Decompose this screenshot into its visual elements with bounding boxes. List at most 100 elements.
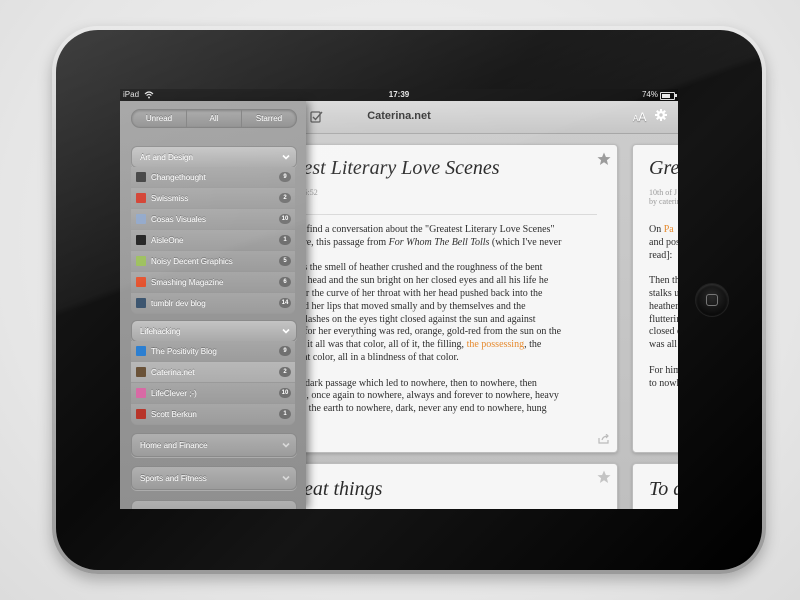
status-time: 17:39 xyxy=(388,90,410,99)
favicon-icon xyxy=(136,193,146,203)
tab-unread[interactable]: Unread xyxy=(132,110,186,127)
article-text-line: roots and her lips that moved smally and… xyxy=(272,300,526,312)
group-label: Sports and Fitness xyxy=(140,474,207,483)
ipad-screen: iPad 17:39 74% Caterina.net AA reatest L… xyxy=(120,89,678,509)
article-text-line: dalous I find a conversation about the "… xyxy=(272,224,555,235)
favicon-icon xyxy=(136,367,146,377)
group-header-art-and-design[interactable]: Art and Design xyxy=(131,146,297,168)
feed-item[interactable]: LifeClever ;-) 10 xyxy=(131,383,295,404)
group-header-lifehacking[interactable]: Lifehacking xyxy=(131,320,297,342)
group-label: Home and Finance xyxy=(140,441,208,450)
battery-icon xyxy=(660,92,677,100)
chevron-down-icon xyxy=(282,442,290,448)
article-text-line: ated there, this passage from For Whom T… xyxy=(272,236,562,248)
article-text-line: lbows in the earth to nowhere, dark, nev… xyxy=(272,403,547,415)
article-text-line: here was the smell of heather crushed an… xyxy=(272,262,543,274)
feed-item[interactable]: Smashing Magazine 6 xyxy=(131,272,295,293)
feed-item[interactable]: Scott Berkun 1 xyxy=(131,404,295,425)
unread-count-badge: 10 xyxy=(279,214,291,224)
feed-item[interactable]: Caterina.net 2 xyxy=(131,362,295,383)
feed-item[interactable]: Cosas Visuales 10 xyxy=(131,209,295,230)
feed-name: tumblr dev blog xyxy=(151,299,206,308)
unread-count-badge: 2 xyxy=(279,193,291,203)
unread-count-badge: 10 xyxy=(279,388,291,398)
favicon-icon xyxy=(136,409,146,419)
article-card[interactable]: To d xyxy=(632,463,678,509)
status-bar: iPad 17:39 74% xyxy=(120,89,678,101)
feed-name: The Positivity Blog xyxy=(151,347,217,356)
article-text-line: to nowhe xyxy=(649,377,678,389)
group-header-sports-and-fitness[interactable]: Sports and Fitness xyxy=(131,466,297,490)
article-text-line: ing and for her everything was red, oran… xyxy=(272,326,562,338)
article-text-line: closed e xyxy=(649,326,678,338)
article-text-line: it was a dark passage which led to nowhe… xyxy=(272,377,537,389)
favicon-icon xyxy=(136,346,146,356)
article-link[interactable]: the possessing xyxy=(467,339,525,350)
article-date: 10th of J xyxy=(649,188,677,197)
article-title: reatest Literary Love Scenes xyxy=(272,157,500,179)
article-text-line: Then th xyxy=(649,275,678,287)
article-author: by caterin xyxy=(649,197,678,206)
article-text-line: and pos xyxy=(649,236,678,248)
feed-name: Cosas Visuales xyxy=(151,215,206,224)
feed-item[interactable]: tumblr dev blog 14 xyxy=(131,293,295,314)
feed-item[interactable]: The Positivity Blog 9 xyxy=(131,341,295,362)
feed-item[interactable]: Noisy Decent Graphics 5 xyxy=(131,251,295,272)
feeds-sidebar: Unread All Starred Art and Design Change… xyxy=(120,101,306,509)
unread-count-badge: 14 xyxy=(279,298,291,308)
share-icon[interactable] xyxy=(598,434,610,444)
unread-count-badge: 6 xyxy=(279,277,291,287)
feed-name: Smashing Magazine xyxy=(151,278,224,287)
group-label: Art and Design xyxy=(140,153,193,162)
article-card[interactable]: Grea 10th of J by caterin On Paand posre… xyxy=(632,144,678,453)
article-card[interactable]: o great things xyxy=(268,463,618,509)
article-text-line: g of the lashes on the eyes tight closed… xyxy=(272,313,536,325)
favicon-icon xyxy=(136,277,146,287)
feed-item[interactable]: Swissmiss 2 xyxy=(131,188,295,209)
favicon-icon xyxy=(136,388,146,398)
article-text-line: read]: xyxy=(649,249,673,261)
article-text-line: stalks u xyxy=(649,288,678,299)
article-text-line: For him xyxy=(649,364,678,376)
article-text-line: was all xyxy=(649,339,678,351)
article-text-line: heather xyxy=(649,300,678,312)
article-text-line: nder her head and the sun bright on her … xyxy=(272,275,549,287)
feed-list-lifehacking: The Positivity Blog 9 Caterina.net 2 LifeCle… xyxy=(131,341,295,425)
star-icon[interactable] xyxy=(597,152,611,166)
favicon-icon xyxy=(136,214,146,224)
gear-icon[interactable] xyxy=(655,109,667,121)
group-header-home-and-finance[interactable]: Home and Finance xyxy=(131,433,297,457)
article-title: To d xyxy=(649,478,678,500)
unread-count-badge: 5 xyxy=(279,256,291,266)
feed-name: Swissmiss xyxy=(151,194,189,203)
star-icon[interactable] xyxy=(597,470,611,484)
favicon-icon xyxy=(136,235,146,245)
tab-all[interactable]: All xyxy=(186,110,241,127)
feed-name: AisleOne xyxy=(151,236,184,245)
chevron-down-icon xyxy=(282,154,290,160)
article-card[interactable]: reatest Literary Love Scenes ne 2010 16:… xyxy=(268,144,618,453)
article-text-line: yes, and it all was that color, all of i… xyxy=(272,339,542,351)
article-title: Grea xyxy=(649,157,678,179)
feed-name: Scott Berkun xyxy=(151,410,197,419)
feed-name: Changethought xyxy=(151,173,206,182)
article-divider xyxy=(269,214,597,215)
favicon-icon xyxy=(136,298,146,308)
article-text-line: nowhere, once again to nowhere, always a… xyxy=(272,390,559,402)
filter-segmented-control: Unread All Starred xyxy=(131,109,297,128)
feed-item[interactable]: AisleOne 1 xyxy=(131,230,295,251)
article-text-line: flutterir xyxy=(649,313,678,325)
feed-name: LifeClever ;-) xyxy=(151,389,197,398)
article-link[interactable]: Pa xyxy=(664,224,674,235)
chevron-down-icon xyxy=(282,475,290,481)
feed-item[interactable]: Changethought 9 xyxy=(131,167,295,188)
home-button[interactable] xyxy=(696,284,728,316)
font-size-icon[interactable]: AA xyxy=(633,108,646,126)
group-header-partial[interactable] xyxy=(131,500,297,509)
article-text-line: emember the curve of her throat with her… xyxy=(272,288,543,299)
tab-starred[interactable]: Starred xyxy=(241,110,296,127)
article-text-line: On Pa xyxy=(649,224,674,235)
group-label: Lifehacking xyxy=(140,327,181,336)
chevron-down-icon xyxy=(282,328,290,334)
battery-percent: 74% xyxy=(641,90,658,99)
